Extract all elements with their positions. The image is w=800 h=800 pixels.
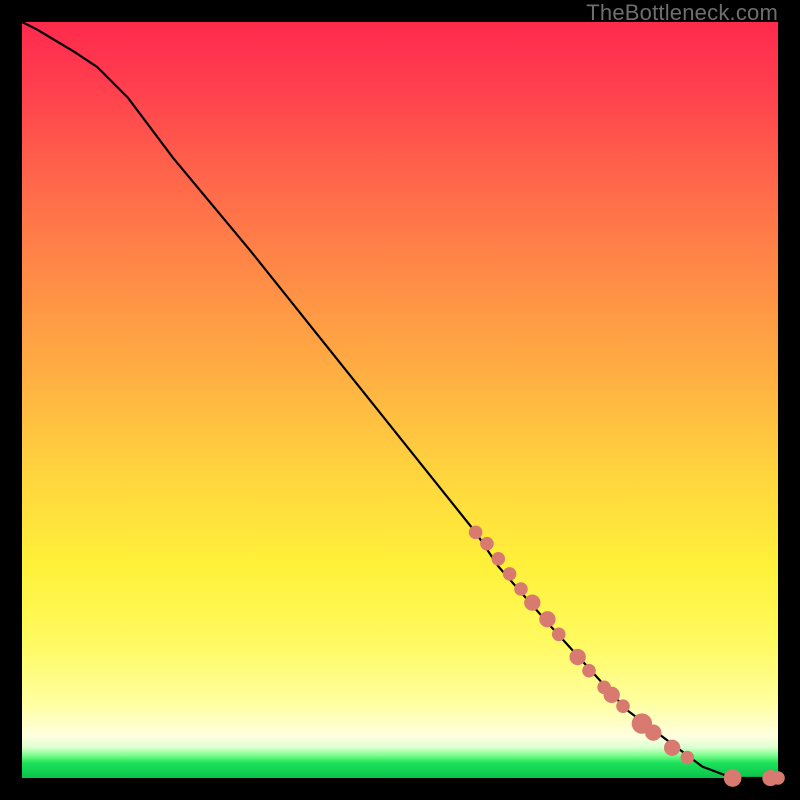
data-point xyxy=(539,611,555,627)
chart-overlay xyxy=(22,22,778,778)
data-point xyxy=(664,740,680,756)
data-point xyxy=(469,526,483,540)
data-point xyxy=(524,594,540,610)
data-point xyxy=(552,628,566,642)
data-point xyxy=(582,664,596,678)
data-point xyxy=(645,724,661,740)
data-point xyxy=(680,751,694,765)
data-point xyxy=(503,567,517,581)
data-point xyxy=(604,687,620,703)
data-point xyxy=(771,771,785,785)
chart-curve xyxy=(22,22,778,778)
data-point xyxy=(724,769,742,787)
data-point xyxy=(514,582,528,596)
data-point xyxy=(616,699,630,713)
chart-frame: TheBottleneck.com xyxy=(0,0,800,800)
data-point xyxy=(480,537,494,551)
data-point xyxy=(570,649,586,665)
data-point xyxy=(491,552,505,566)
chart-markers xyxy=(469,526,785,787)
